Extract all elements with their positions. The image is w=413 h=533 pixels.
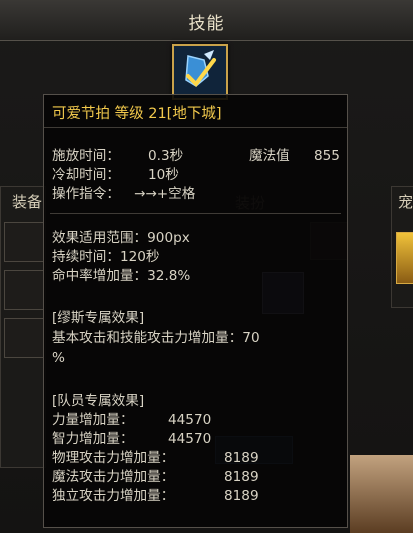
muse-effect-line: 基本攻击和技能攻击力增加量：70: [52, 330, 260, 346]
tooltip-divider: [50, 213, 341, 214]
party-stat-label: 独立攻击力增加量：: [52, 488, 175, 504]
party-stat-label: 智力增加量：: [52, 431, 134, 447]
cast-time-value: 0.3秒: [148, 148, 184, 164]
party-stat-label: 魔法攻击力增加量：: [52, 469, 175, 485]
duration-text: 持续时间：120秒: [52, 249, 160, 265]
pet-panel-label: 宠: [398, 193, 413, 211]
party-stat-label: 物理攻击力增加量：: [52, 450, 175, 466]
party-stat-value: 8189: [224, 488, 259, 504]
window-title: 技能: [188, 14, 225, 34]
party-stat-value: 44570: [168, 412, 212, 428]
cooldown-label: 冷却时间：: [52, 167, 120, 183]
party-stat-label: 力量增加量：: [52, 412, 134, 428]
cooldown-value: 10秒: [148, 167, 179, 183]
command-value: →→+空格: [134, 186, 196, 202]
party-effect-header: [队员专属效果]: [52, 393, 145, 409]
mp-label: 魔法值: [249, 148, 290, 164]
equipment-slot[interactable]: [4, 222, 44, 262]
equipment-panel-label: 装备: [12, 193, 43, 211]
muse-effect-line: %: [52, 350, 65, 366]
tooltip-title: 可爱节拍 等级 21[地下城]: [52, 106, 222, 122]
pet-item-slot[interactable]: [396, 232, 413, 284]
command-label: 操作指令：: [52, 186, 120, 202]
wing-boot-icon[interactable]: [172, 44, 228, 100]
range-text: 效果适用范围：900px: [52, 230, 190, 246]
tooltip-header: 可爱节拍 等级 21[地下城]: [44, 95, 347, 128]
window-title-bar[interactable]: 技能: [0, 0, 413, 41]
party-stat-value: 8189: [224, 469, 259, 485]
muse-effect-header: [缪斯专属效果]: [52, 310, 145, 326]
hit-rate-text: 命中率增加量：32.8%: [52, 268, 191, 284]
character-figure: [350, 455, 413, 533]
party-stat-value: 44570: [168, 431, 212, 447]
skill-tooltip: 可爱节拍 等级 21[地下城] 施放时间： 0.3秒 魔法值 855 冷却时间：…: [43, 94, 348, 528]
party-stat-value: 8189: [224, 450, 259, 466]
cast-time-label: 施放时间：: [52, 148, 120, 164]
equipment-slot[interactable]: [4, 270, 44, 310]
equipment-slot[interactable]: [4, 318, 44, 358]
mp-value: 855: [314, 148, 340, 164]
